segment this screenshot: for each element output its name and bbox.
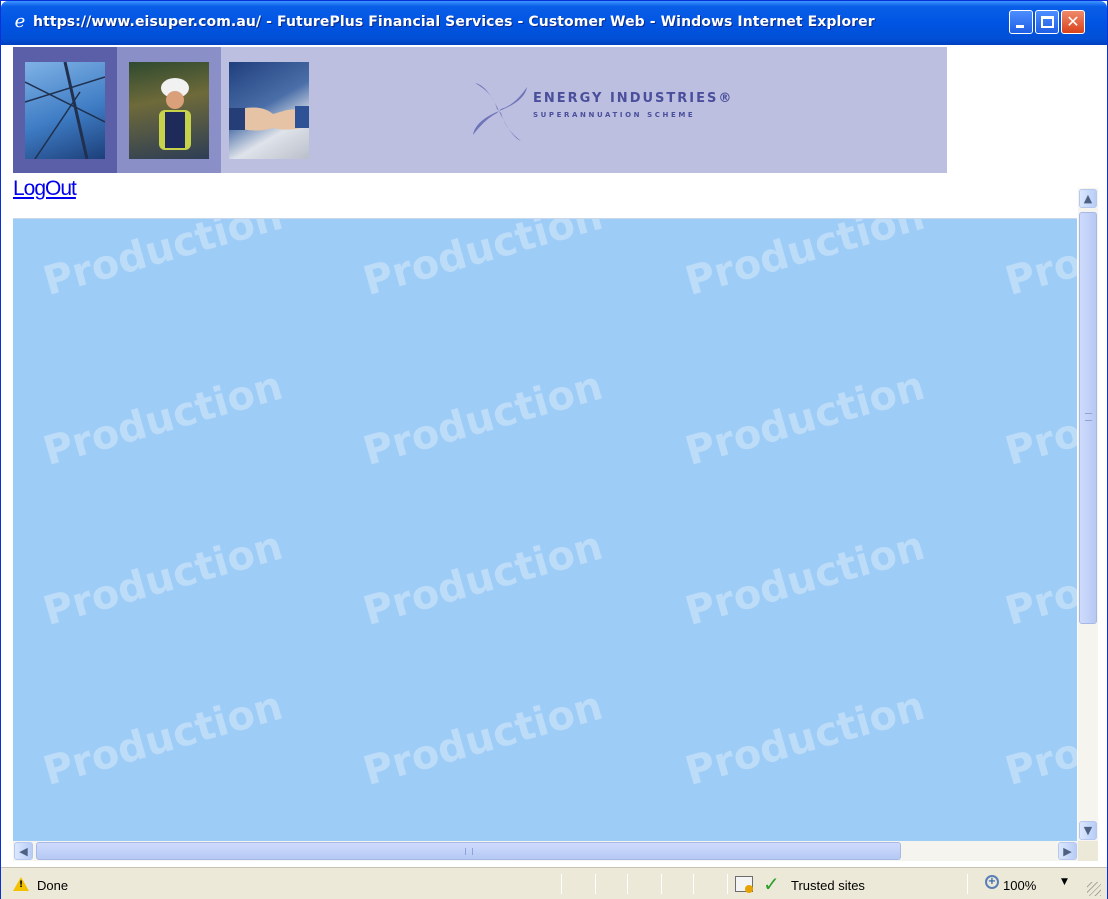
status-separator bbox=[967, 874, 968, 894]
maximize-button[interactable] bbox=[1035, 10, 1059, 34]
scroll-right-button[interactable]: ▶ bbox=[1058, 842, 1077, 860]
horizontal-scroll-thumb[interactable] bbox=[36, 842, 901, 860]
chevron-left-icon: ◀ bbox=[19, 845, 28, 858]
scroll-left-button[interactable]: ◀ bbox=[14, 842, 33, 860]
watermark: Production bbox=[38, 219, 288, 305]
minimize-button[interactable] bbox=[1009, 10, 1033, 34]
scroll-up-button[interactable]: ▲ bbox=[1079, 189, 1097, 208]
watermark: Production bbox=[680, 522, 930, 635]
watermark: Production bbox=[358, 682, 608, 795]
watermark: Production bbox=[358, 522, 608, 635]
watermark: Production bbox=[680, 682, 930, 795]
status-separator bbox=[661, 874, 662, 894]
watermark: Production bbox=[38, 362, 288, 475]
banner-photo-power-line bbox=[25, 62, 105, 159]
warning-icon-mark: ! bbox=[19, 880, 24, 890]
title-bar[interactable]: e https://www.eisuper.com.au/ - FuturePl… bbox=[1, 1, 1107, 45]
logo-subtitle: SUPERANNUATION SCHEME bbox=[533, 111, 696, 119]
watermark: Production bbox=[1000, 362, 1077, 475]
worker-graphic bbox=[159, 78, 191, 150]
close-button[interactable]: ✕ bbox=[1061, 10, 1085, 34]
scroll-down-button[interactable]: ▼ bbox=[1079, 821, 1097, 840]
banner-photo-worker bbox=[129, 62, 209, 159]
scrollbar-corner bbox=[1078, 841, 1098, 861]
watermark: Production bbox=[680, 362, 930, 475]
zoom-level[interactable]: 100% bbox=[1003, 878, 1036, 893]
swirl-logo-icon bbox=[473, 83, 527, 141]
resize-grip-icon[interactable] bbox=[1087, 882, 1101, 896]
status-separator bbox=[595, 874, 596, 894]
watermark: Production bbox=[1000, 219, 1077, 305]
logout-link[interactable]: LogOut bbox=[13, 177, 77, 201]
close-icon: ✕ bbox=[1066, 12, 1080, 31]
watermark: Production bbox=[1000, 682, 1077, 795]
horizontal-scrollbar[interactable]: ◀ ▶ bbox=[13, 841, 1078, 861]
vertical-scrollbar[interactable]: ▲ ▼ bbox=[1078, 188, 1098, 841]
zoom-icon[interactable]: + bbox=[985, 875, 999, 889]
handshake-graphic bbox=[229, 106, 309, 131]
security-zone[interactable]: Trusted sites bbox=[791, 878, 865, 893]
shield-dot bbox=[745, 885, 753, 893]
watermark: Production bbox=[358, 219, 608, 305]
watermark: Production bbox=[680, 219, 930, 305]
maximize-icon bbox=[1041, 16, 1054, 28]
status-text: Done bbox=[37, 878, 69, 893]
checkmark-icon: ✓ bbox=[763, 872, 780, 896]
vertical-scroll-thumb[interactable] bbox=[1079, 212, 1097, 624]
browser-window: e https://www.eisuper.com.au/ - FuturePl… bbox=[0, 0, 1108, 899]
window-title: https://www.eisuper.com.au/ - FuturePlus… bbox=[33, 14, 875, 30]
ie-icon: e bbox=[14, 11, 26, 32]
banner-photo-handshake bbox=[229, 62, 309, 159]
energy-industries-logo: ENERGY INDUSTRIES® SUPERANNUATION SCHEME bbox=[471, 79, 771, 143]
page-content: Production Production Production Product… bbox=[13, 219, 1077, 841]
status-separator bbox=[693, 874, 694, 894]
logo-title: ENERGY INDUSTRIES® bbox=[533, 91, 734, 106]
chevron-down-icon: ▼ bbox=[1083, 824, 1093, 837]
watermark: Production bbox=[358, 362, 608, 475]
power-line-graphic bbox=[25, 62, 105, 159]
chevron-right-icon: ▶ bbox=[1063, 845, 1072, 858]
protected-mode-icon[interactable] bbox=[735, 876, 753, 893]
grip-icon bbox=[1085, 413, 1092, 421]
watermark: Production bbox=[38, 682, 288, 795]
watermark: Production bbox=[38, 522, 288, 635]
grip-icon bbox=[465, 848, 473, 855]
minimize-icon bbox=[1016, 25, 1024, 28]
status-separator bbox=[727, 874, 728, 894]
status-separator bbox=[627, 874, 628, 894]
zoom-dropdown-icon[interactable]: ▼ bbox=[1061, 877, 1068, 887]
watermark: Production bbox=[1000, 522, 1077, 635]
site-banner: ENERGY INDUSTRIES® SUPERANNUATION SCHEME bbox=[13, 47, 947, 173]
status-separator bbox=[561, 874, 562, 894]
status-bar: ! Done ✓ Trusted sites + 100% ▼ bbox=[1, 867, 1107, 899]
chevron-up-icon: ▲ bbox=[1083, 192, 1093, 205]
